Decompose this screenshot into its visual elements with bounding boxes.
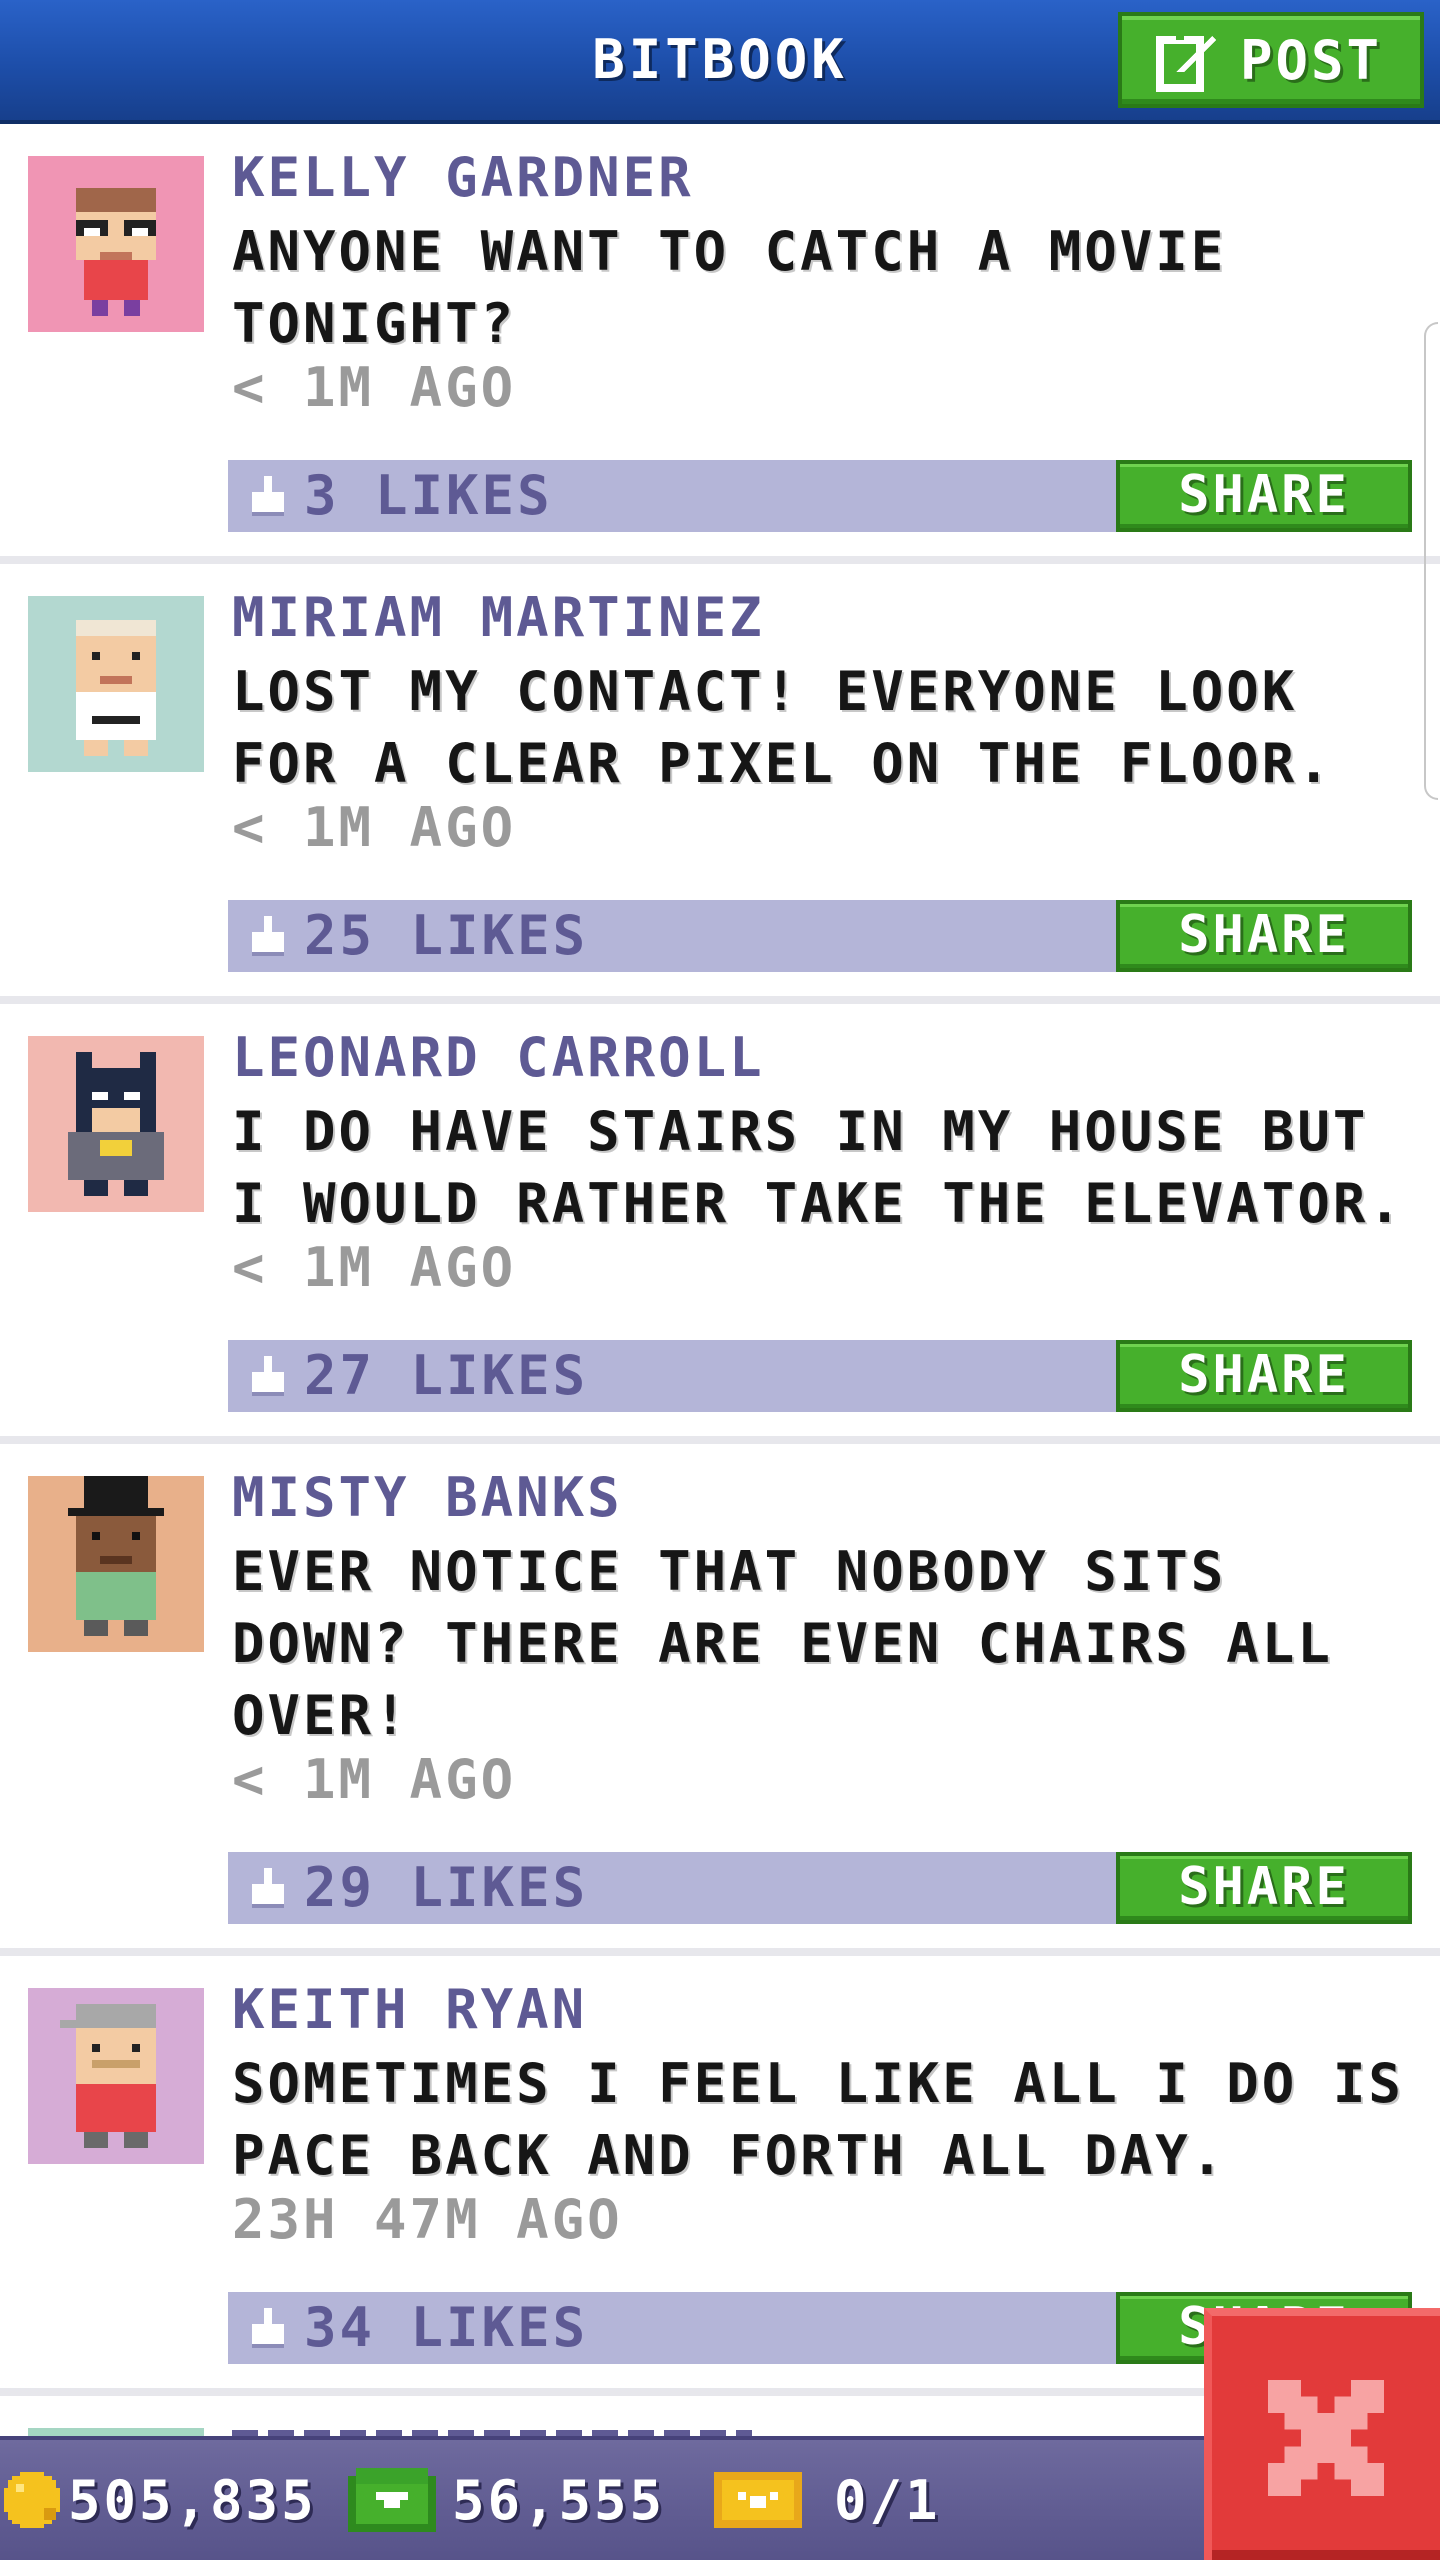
like-count: 34 LIKES bbox=[304, 2296, 589, 2359]
like-bar[interactable]: 25 LIKES SHARE bbox=[228, 900, 1412, 972]
thumb-up-icon[interactable] bbox=[248, 2308, 288, 2348]
post-timestamp: < 1M AGO bbox=[232, 356, 517, 419]
post-divider bbox=[0, 996, 1440, 1004]
coin-icon bbox=[4, 2472, 60, 2528]
post-timestamp: < 1M AGO bbox=[232, 1236, 517, 1299]
feed-post: MIRIAM MARTINEZ LOST MY CONTACT! EVERYON… bbox=[0, 564, 1440, 1004]
app-header: BITBOOK POST bbox=[0, 0, 1440, 124]
post-button[interactable]: POST bbox=[1118, 12, 1424, 108]
post-author: MIRIAM MARTINEZ bbox=[232, 586, 765, 649]
feed-post: MISTY BANKS EVER NOTICE THAT NOBODY SITS… bbox=[0, 1444, 1440, 1956]
like-count: 3 LIKES bbox=[304, 464, 553, 527]
thumb-up-icon[interactable] bbox=[248, 1868, 288, 1908]
post-text: SOMETIMES I FEEL LIKE ALL I DO IS PACE B… bbox=[232, 2052, 1404, 2187]
like-count: 29 LIKES bbox=[304, 1856, 589, 1919]
ticket-icon bbox=[714, 2472, 802, 2528]
thumb-up-icon[interactable] bbox=[248, 916, 288, 956]
bux-icon bbox=[348, 2468, 436, 2532]
share-button[interactable]: SHARE bbox=[1116, 460, 1412, 532]
post-divider bbox=[0, 556, 1440, 564]
like-bar[interactable]: 27 LIKES SHARE bbox=[228, 1340, 1412, 1412]
feed-post: KELLY GARDNER ANYONE WANT TO CATCH A MOV… bbox=[0, 124, 1440, 564]
post-text: I DO HAVE STAIRS IN MY HOUSE BUT I WOULD… bbox=[232, 1100, 1404, 1235]
feed-post: LEONARD CARROLL I DO HAVE STAIRS IN MY H… bbox=[0, 1004, 1440, 1444]
post-timestamp: < 1M AGO bbox=[232, 796, 517, 859]
like-count: 25 LIKES bbox=[304, 904, 589, 967]
post-timestamp: < 1M AGO bbox=[232, 1748, 517, 1811]
avatar bbox=[28, 1036, 204, 1212]
coins-value: 505,835 bbox=[68, 2468, 317, 2532]
like-bar[interactable]: 29 LIKES SHARE bbox=[228, 1852, 1412, 1924]
close-button[interactable] bbox=[1204, 2308, 1440, 2560]
scrollbar[interactable] bbox=[1424, 322, 1438, 800]
avatar bbox=[28, 1476, 204, 1652]
coins-counter: 505,835 bbox=[4, 2440, 317, 2560]
edit-icon bbox=[1156, 28, 1220, 92]
share-button[interactable]: SHARE bbox=[1116, 1340, 1412, 1412]
close-icon bbox=[1268, 2380, 1384, 2496]
share-button[interactable]: SHARE bbox=[1116, 1852, 1412, 1924]
bux-counter: 56,555 bbox=[348, 2440, 665, 2560]
avatar bbox=[28, 156, 204, 332]
tickets-counter: 0/1 bbox=[714, 2440, 941, 2560]
post-divider bbox=[0, 1436, 1440, 1444]
post-author: LEONARD CARROLL bbox=[232, 1026, 765, 1089]
post-text: LOST MY CONTACT! EVERYONE LOOK FOR A CLE… bbox=[232, 660, 1333, 795]
avatar bbox=[28, 1988, 204, 2164]
post-text: ANYONE WANT TO CATCH A MOVIE TONIGHT? bbox=[232, 220, 1227, 355]
post-divider bbox=[0, 1948, 1440, 1956]
thumb-up-icon[interactable] bbox=[248, 1356, 288, 1396]
feed[interactable]: KELLY GARDNER ANYONE WANT TO CATCH A MOV… bbox=[0, 124, 1440, 2396]
like-count: 27 LIKES bbox=[304, 1344, 589, 1407]
bux-value: 56,555 bbox=[452, 2468, 666, 2532]
thumb-up-icon[interactable] bbox=[248, 476, 288, 516]
avatar bbox=[28, 596, 204, 772]
tickets-value: 0/1 bbox=[834, 2468, 941, 2532]
post-text: EVER NOTICE THAT NOBODY SITS DOWN? THERE… bbox=[232, 1540, 1333, 1747]
post-author: KELLY GARDNER bbox=[232, 146, 694, 209]
post-timestamp: 23H 47M AGO bbox=[232, 2188, 623, 2251]
post-author: KEITH RYAN bbox=[232, 1978, 588, 2041]
post-author: MISTY BANKS bbox=[232, 1466, 623, 1529]
like-bar[interactable]: 3 LIKES SHARE bbox=[228, 460, 1412, 532]
post-button-label: POST bbox=[1240, 28, 1383, 92]
share-button[interactable]: SHARE bbox=[1116, 900, 1412, 972]
